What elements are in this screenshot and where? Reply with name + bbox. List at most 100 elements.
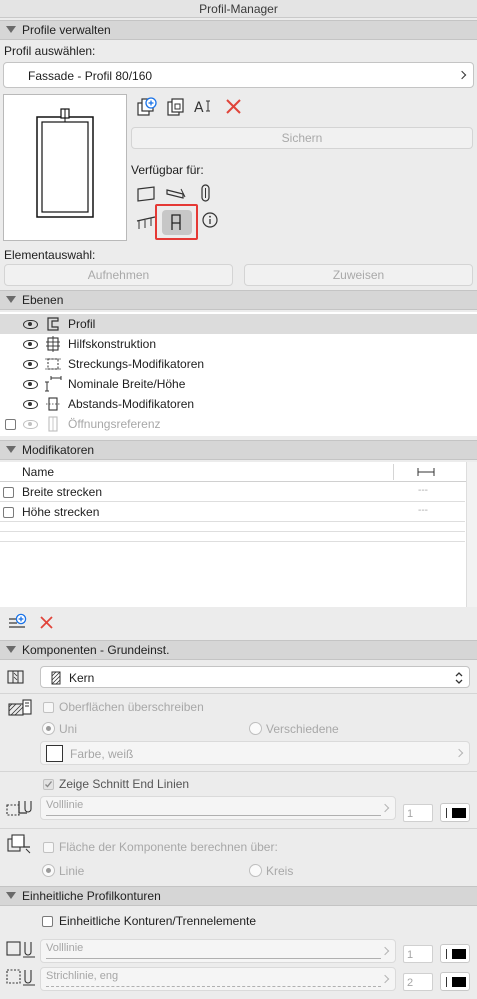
chevron-right-icon: [380, 946, 390, 956]
layer-row-stretch[interactable]: Streckungs-Modifikatoren: [0, 354, 477, 374]
surface-override-icon: [8, 699, 32, 716]
radio-line[interactable]: [42, 864, 55, 877]
eye-icon[interactable]: [23, 340, 38, 349]
eye-icon[interactable]: [23, 360, 38, 369]
layer-row-opening[interactable]: Öffnungsreferenz: [0, 414, 477, 434]
row-checkbox[interactable]: [3, 487, 14, 498]
profile-select[interactable]: Fassade - Profil 80/160: [3, 62, 474, 88]
uniform-contours-checkbox[interactable]: [42, 916, 53, 927]
component-select-value: Kern: [69, 671, 95, 685]
eye-icon[interactable]: [23, 420, 38, 429]
delete-profile-icon[interactable]: [224, 97, 244, 117]
radio-different-label: Verschiedene: [266, 722, 339, 736]
pen-color-button[interactable]: [440, 803, 470, 822]
outline-line-select[interactable]: Volllinie: [40, 939, 396, 963]
separator-line-select[interactable]: Strichlinie, eng: [40, 967, 396, 991]
available-for-label: Verfügbar für:: [131, 163, 204, 177]
section-header-layers[interactable]: Ebenen: [0, 290, 477, 310]
separator-pen-input[interactable]: 2: [403, 973, 433, 991]
override-surfaces-checkbox[interactable]: [43, 702, 54, 713]
calc-area-label: Fläche der Komponente berechnen über:: [59, 840, 278, 854]
save-button[interactable]: Sichern: [131, 127, 473, 149]
divider: [0, 828, 477, 829]
row-value: ---: [418, 485, 428, 496]
pen-weight-icon: [446, 808, 447, 818]
disclosure-triangle-icon: [6, 646, 16, 653]
section-title: Modifikatoren: [22, 443, 95, 457]
radio-different[interactable]: [249, 722, 262, 735]
surface-select[interactable]: Farbe, weiß: [40, 741, 470, 765]
offset-modifier-icon: [46, 397, 60, 411]
section-header-modifiers[interactable]: Modifikatoren: [0, 440, 477, 460]
add-modifier-icon[interactable]: [8, 613, 28, 631]
scrollbar[interactable]: [466, 462, 477, 607]
row-divider: [0, 531, 465, 532]
row-divider: [0, 521, 465, 522]
rename-profile-icon[interactable]: A: [193, 97, 215, 117]
eye-icon[interactable]: [23, 380, 38, 389]
layer-row-nominal[interactable]: Nominale Breite/Höhe: [0, 374, 477, 394]
layer-label: Öffnungsreferenz: [68, 417, 161, 431]
row-divider: [0, 541, 465, 542]
line-pen-input[interactable]: 1: [403, 804, 433, 822]
separator-line-value: Strichlinie, eng: [46, 970, 119, 982]
disclosure-triangle-icon: [6, 26, 16, 33]
stretch-modifier-icon: [45, 358, 61, 370]
beam-tool-icon[interactable]: [165, 185, 187, 203]
new-profile-icon[interactable]: [136, 97, 158, 117]
line-type-select[interactable]: Volllinie: [40, 796, 396, 820]
row-checkbox[interactable]: [3, 507, 14, 518]
surface-select-value: Farbe, weiß: [70, 747, 134, 761]
eye-icon[interactable]: [23, 400, 38, 409]
info-icon[interactable]: [202, 212, 218, 228]
uniform-contours-label: Einheitliche Konturen/Trennelemente: [59, 914, 257, 928]
outline-pen-input[interactable]: 1: [403, 945, 433, 963]
component-select[interactable]: Kern: [40, 666, 470, 688]
railing-tool-icon[interactable]: [135, 213, 157, 231]
profile-select-value: Fassade - Profil 80/160: [28, 69, 153, 83]
construction-layer-icon: [46, 336, 60, 352]
separator-pen-color-button[interactable]: [440, 972, 470, 991]
section-title: Einheitliche Profilkonturen: [22, 889, 161, 903]
table-row[interactable]: Höhe strecken ---: [0, 502, 466, 522]
delete-modifier-icon[interactable]: [38, 614, 56, 632]
pick-button[interactable]: Aufnehmen: [4, 264, 233, 286]
window-title: Profil-Manager: [0, 0, 477, 18]
layer-row-profil[interactable]: Profil: [0, 314, 477, 334]
table-header: Name: [0, 462, 466, 482]
column-header-name[interactable]: Name: [22, 465, 54, 479]
updown-chevron-icon: [455, 672, 463, 684]
layer-label: Hilfskonstruktion: [68, 337, 157, 351]
outline-pen-color-button[interactable]: [440, 944, 470, 963]
line-sample: [46, 958, 381, 959]
pen-color-swatch: [452, 949, 466, 959]
chevron-right-icon: [457, 70, 467, 80]
show-cut-end-lines-label: Zeige Schnitt End Linien: [59, 777, 190, 791]
section-header-components[interactable]: Komponenten - Grundeinst.: [0, 640, 477, 660]
column-tool-icon[interactable]: [198, 183, 214, 205]
outline-contour-icon: [6, 941, 35, 958]
layer-checkbox[interactable]: [5, 419, 16, 430]
section-header-profiles[interactable]: Profile verwalten: [0, 20, 477, 40]
show-cut-end-lines-checkbox[interactable]: [43, 779, 54, 790]
table-row[interactable]: Breite strecken ---: [0, 482, 466, 502]
profile-layer-icon: [47, 317, 59, 331]
object-tool-icon[interactable]: [162, 210, 192, 235]
pen-color-swatch: [452, 808, 466, 818]
eye-icon[interactable]: [23, 320, 38, 329]
disclosure-triangle-icon: [6, 296, 16, 303]
section-header-contours[interactable]: Einheitliche Profilkonturen: [0, 886, 477, 906]
assign-button[interactable]: Zuweisen: [244, 264, 473, 286]
disclosure-triangle-icon: [6, 892, 16, 899]
duplicate-profile-icon[interactable]: [165, 97, 187, 117]
chevron-right-icon: [380, 974, 390, 984]
disclosure-triangle-icon: [6, 446, 16, 453]
layer-row-helper[interactable]: Hilfskonstruktion: [0, 334, 477, 354]
radio-uniform[interactable]: [42, 722, 55, 735]
row-value: ---: [418, 505, 428, 516]
wall-tool-icon[interactable]: [136, 185, 158, 203]
layer-row-offset[interactable]: Abstands-Modifikatoren: [0, 394, 477, 414]
calc-area-checkbox[interactable]: [43, 842, 54, 853]
radio-circle[interactable]: [249, 864, 262, 877]
section-title: Profile verwalten: [22, 23, 111, 37]
